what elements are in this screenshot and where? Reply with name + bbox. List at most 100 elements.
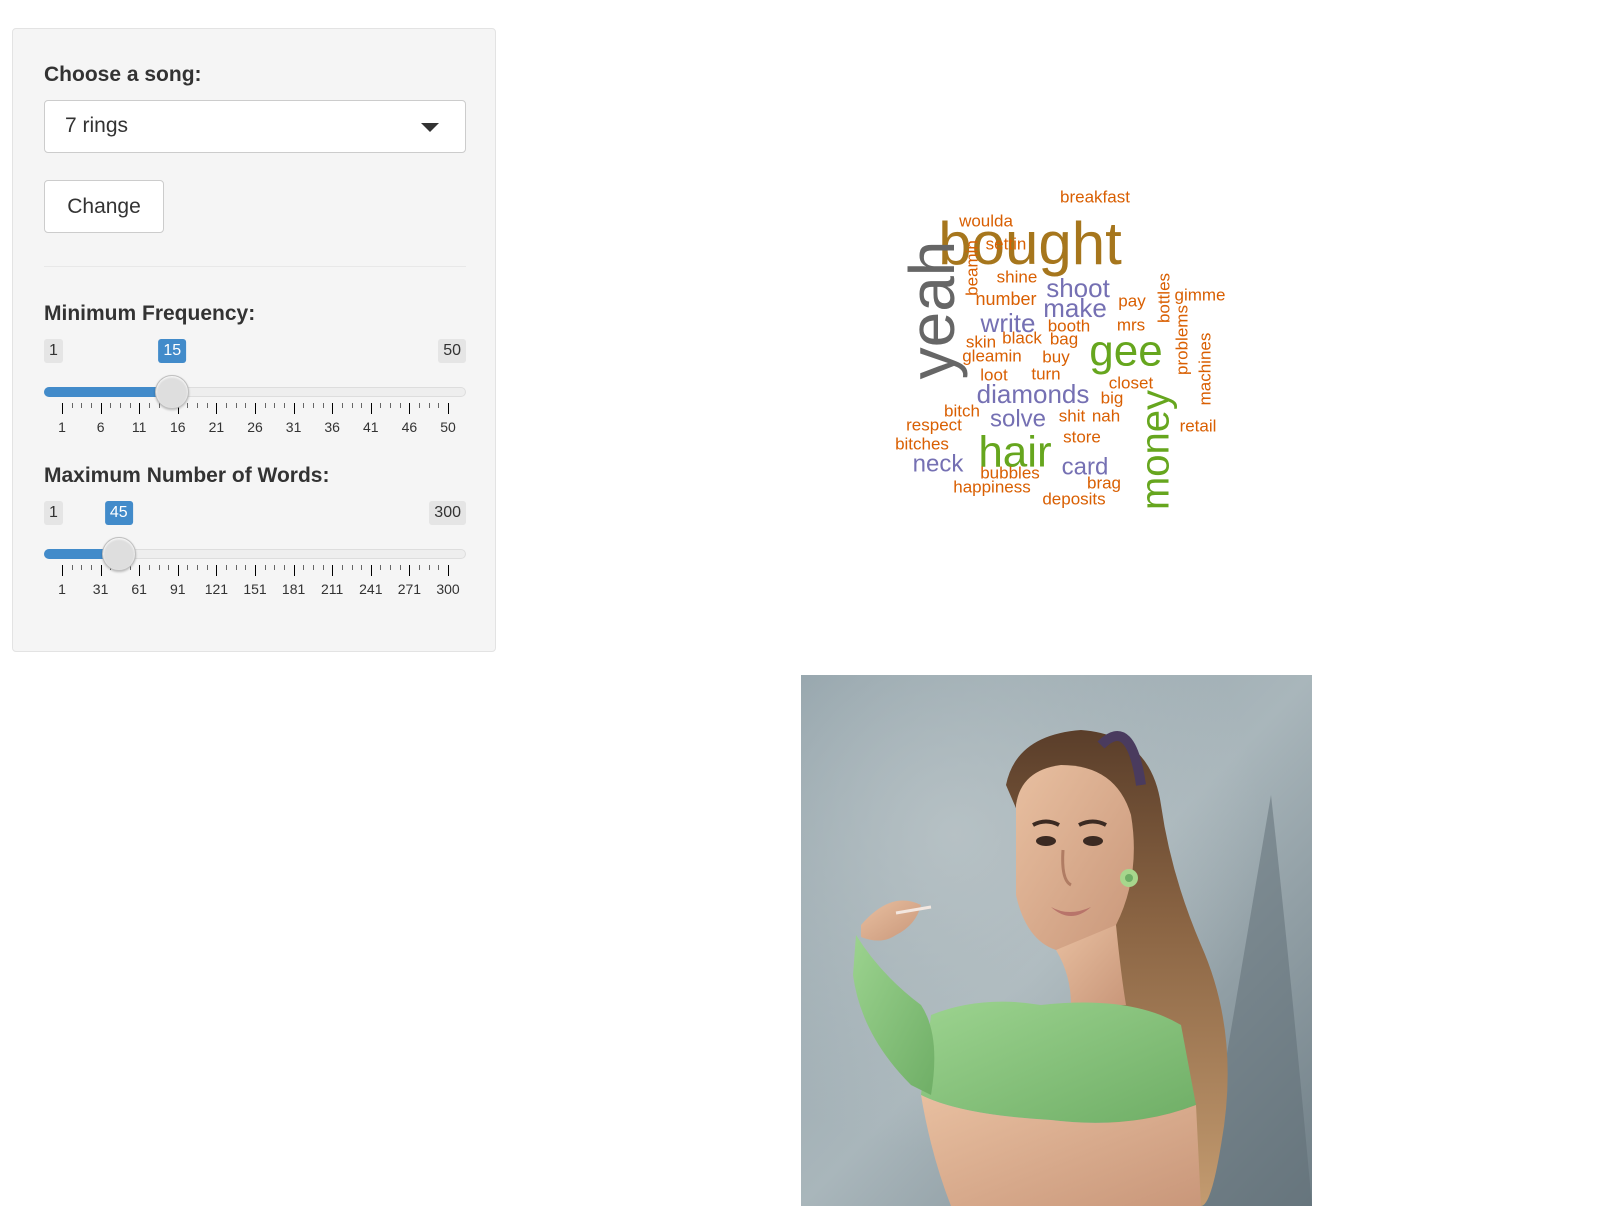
slider-tick-minor: [419, 565, 421, 570]
slider-tick-minor: [380, 403, 382, 408]
slider-tick-major: [62, 565, 63, 576]
word-cloud-word: mrs: [1117, 315, 1145, 334]
slider-tick-minor: [419, 403, 421, 408]
slider-tick-minor: [312, 403, 314, 408]
slider-tick-minor: [361, 565, 363, 570]
slider-tick-label: 300: [436, 581, 460, 597]
word-cloud-word: machines: [1195, 333, 1214, 406]
word-cloud-word: number: [975, 289, 1036, 309]
slider-tick-label: 11: [131, 419, 147, 435]
word-cloud-word: beamin: [962, 240, 981, 296]
slider-tick-minor: [81, 403, 83, 408]
slider-min-label: 1: [44, 501, 63, 525]
slider-tick-minor: [390, 403, 392, 408]
slider-tick-major: [216, 403, 218, 414]
slider-tick-major: [293, 403, 295, 414]
slider-tick-minor: [187, 403, 189, 408]
slider-tick-minor: [158, 565, 160, 570]
word-cloud-word: retail: [1180, 416, 1217, 435]
slider-tick-label: 271: [397, 581, 422, 597]
slider-tick-minor: [312, 565, 314, 570]
slider-min-label: 1: [44, 339, 63, 363]
song-select[interactable]: 7 rings: [44, 100, 466, 153]
slider-tick-minor: [245, 565, 247, 570]
word-cloud-word: settin: [986, 234, 1027, 253]
slider-tick-minor: [71, 565, 73, 570]
slider-tick-label: 121: [204, 581, 229, 597]
slider-tick-minor: [283, 565, 285, 570]
slider-tick-major: [62, 403, 63, 414]
word-cloud-word: gimme: [1174, 285, 1225, 304]
word-cloud-word: loot: [980, 365, 1008, 384]
slider-tick-minor: [438, 403, 440, 408]
min-frequency-slider[interactable]: 1 50 15 1 6 11 16 21 26 31 36 41 46 50: [44, 339, 466, 439]
slider-tick-minor: [303, 565, 305, 570]
slider-tick-minor: [322, 403, 324, 408]
slider-tick-minor: [235, 565, 237, 570]
word-cloud-word: problems: [1172, 305, 1191, 375]
slider-tick-minor: [399, 565, 401, 570]
slider-tick-label: 6: [96, 419, 105, 435]
word-cloud-word: gleamin: [962, 346, 1022, 365]
word-cloud-word: bottles: [1154, 273, 1173, 323]
slider-tick-label: 151: [243, 581, 267, 597]
word-cloud-word: yeah: [896, 241, 968, 380]
slider-tick-label: 36: [324, 419, 340, 435]
slider-tick-minor: [226, 403, 228, 408]
slider-tick-major: [139, 403, 141, 414]
word-cloud-word: big: [1101, 388, 1124, 407]
slider-tick-label: 211: [321, 581, 344, 597]
slider-tick-major: [409, 403, 411, 414]
slider-fill: [44, 387, 173, 397]
max-words-slider[interactable]: 1 300 45 1 31 61 91 121 151 181 211 241 271 300: [44, 501, 466, 601]
slider-handle[interactable]: [101, 537, 136, 571]
slider-tick-minor: [197, 565, 199, 570]
slider-tick-minor: [274, 403, 276, 408]
word-cloud-word: money: [1134, 390, 1178, 510]
word-cloud-svg: boughtyeahmoneygeehairshootmakewritediam…: [895, 187, 1225, 510]
chevron-down-icon: [421, 123, 439, 132]
slider-tick-major: [100, 565, 102, 576]
slider-tick-minor: [235, 403, 237, 408]
word-cloud-word: bag: [1050, 329, 1078, 348]
slider-tick-major: [332, 403, 334, 414]
slider-tick-label: 31: [92, 581, 109, 597]
slider-tick-label: 1: [58, 419, 66, 435]
slider-tick-minor: [148, 565, 150, 570]
slider-tick-minor: [351, 403, 353, 408]
slider-tick-label: 50: [440, 419, 456, 435]
slider-tick-minor: [197, 403, 199, 408]
slider-tick-minor: [390, 565, 392, 570]
slider-tick-minor: [187, 565, 189, 570]
slider-tick-label: 91: [170, 581, 186, 597]
slider-tick-minor: [264, 403, 266, 408]
word-cloud-word: happiness: [953, 477, 1031, 496]
slider-tick-major: [293, 565, 295, 576]
slider-handle[interactable]: [155, 375, 190, 409]
word-cloud-word: breakfast: [1060, 187, 1130, 206]
slider-tick-minor: [380, 565, 382, 570]
slider-tick-label: 16: [170, 419, 186, 435]
slider-tick-minor: [351, 565, 353, 570]
slider-tick-minor: [322, 565, 324, 570]
slider-tick-minor: [428, 403, 430, 408]
min-frequency-label: Minimum Frequency:: [44, 302, 256, 325]
word-cloud-word: respect: [906, 415, 962, 434]
slider-tick-label: 21: [208, 419, 225, 435]
slider-tick-major: [448, 403, 449, 414]
slider-tick-minor: [274, 565, 276, 570]
slider-tick-label: 1: [58, 581, 66, 597]
word-cloud-word: woulda: [958, 211, 1013, 230]
divider: [44, 266, 466, 267]
word-cloud-word: black: [1002, 328, 1042, 347]
slider-tick-minor: [110, 403, 112, 408]
slider-tick-minor: [341, 565, 343, 570]
artist-portrait-icon: [801, 675, 1312, 1206]
change-button[interactable]: Change: [44, 180, 164, 233]
slider-tick-minor: [71, 403, 73, 408]
slider-tick-minor: [129, 403, 131, 408]
slider-value-label: 15: [158, 339, 187, 363]
slider-tick-minor: [90, 565, 92, 570]
slider-tick-major: [448, 565, 449, 576]
word-cloud-word: store: [1063, 427, 1101, 446]
